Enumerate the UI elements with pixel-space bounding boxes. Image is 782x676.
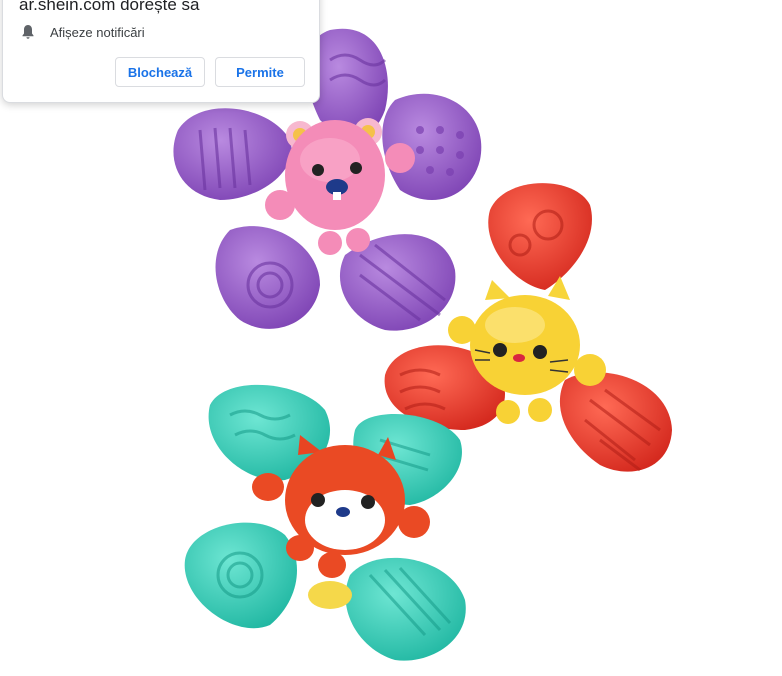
permission-row: Afișeze notificări: [21, 22, 145, 42]
permission-request-title: ar.shein.com dorește să: [19, 0, 200, 14]
block-button[interactable]: Blochează: [115, 57, 205, 87]
bell-icon: [22, 25, 34, 39]
teal-spinner: [184, 384, 466, 661]
notification-permission-popup: ar.shein.com dorește să Afișeze notifică…: [2, 0, 320, 103]
permission-label: Afișeze notificări: [50, 24, 145, 40]
allow-button[interactable]: Permite: [215, 57, 305, 87]
